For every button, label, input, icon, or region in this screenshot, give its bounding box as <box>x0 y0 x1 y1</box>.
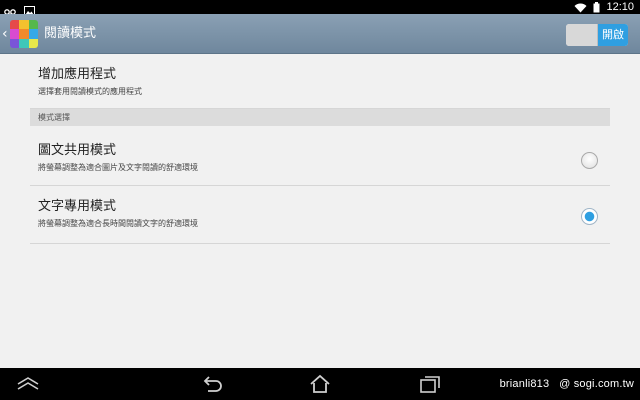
add-apps-summary: 選擇套用閱讀模式的應用程式 <box>38 87 142 96</box>
mode-item-text-only[interactable]: 文字專用模式 將螢幕調整為適合長時間閱讀文字的舒適環境 <box>30 186 610 244</box>
watermark: brianli813 @ sogi.com.tw <box>500 376 634 392</box>
back-icon[interactable] <box>200 374 224 394</box>
toggle-on-label: 開啟 <box>598 24 628 46</box>
mode-title: 圖文共用模式 <box>38 143 117 158</box>
clock: 12:10 <box>606 1 634 13</box>
watermark-user: brianli813 <box>499 378 550 390</box>
settings-list: 增加應用程式 選擇套用閱讀模式的應用程式 模式選擇 圖文共用模式 將螢幕調整為適… <box>30 54 610 244</box>
hide-nav-icon[interactable] <box>16 374 40 394</box>
add-apps-title: 增加應用程式 <box>38 67 117 82</box>
back-chevron-icon[interactable]: ‹ <box>2 26 8 42</box>
reading-mode-toggle[interactable]: 開啟 <box>566 24 628 46</box>
watermark-site: @ sogi.com.tw <box>559 378 634 390</box>
status-right: 12:10 <box>574 0 634 14</box>
mode-summary: 將螢幕調整為適合長時間閱讀文字的舒適環境 <box>38 219 198 228</box>
mode-radio-image-text[interactable] <box>581 152 598 169</box>
mode-radio-text-only[interactable] <box>581 208 598 225</box>
mode-title: 文字專用模式 <box>38 199 117 214</box>
reading-mode-app-icon[interactable] <box>10 20 38 48</box>
add-apps-pref[interactable]: 增加應用程式 選擇套用閱讀模式的應用程式 <box>30 54 610 109</box>
recent-apps-icon[interactable] <box>418 374 442 394</box>
toggle-knob <box>566 24 598 46</box>
home-icon[interactable] <box>308 374 332 394</box>
action-bar: ‹ 閱讀模式 開啟 <box>0 14 640 54</box>
mode-category-header: 模式選擇 <box>30 109 610 126</box>
mode-summary: 將螢幕調整為適合圖片及文字閱讀的舒適環境 <box>38 163 198 172</box>
status-bar: 12:10 <box>0 0 640 16</box>
navigation-bar: brianli813 @ sogi.com.tw <box>0 368 640 400</box>
page-title: 閱讀模式 <box>44 26 97 41</box>
mode-item-image-text[interactable]: 圖文共用模式 將螢幕調整為適合圖片及文字閱讀的舒適環境 <box>30 130 610 186</box>
